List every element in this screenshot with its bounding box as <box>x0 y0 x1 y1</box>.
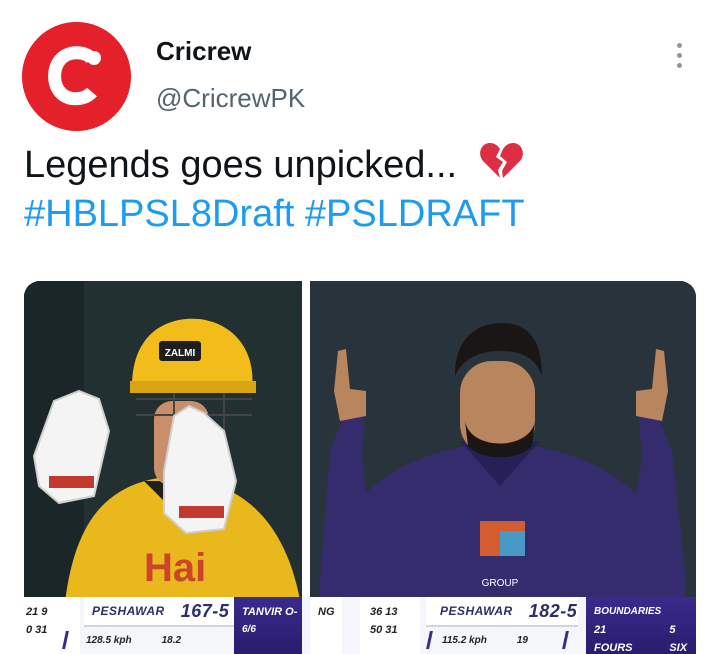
scoreboard-strip: 21 9 0 31 PESHAWAR 167-5 128.5 kph 18.2 … <box>24 597 696 654</box>
scoreboard-fragment: NG <box>310 597 342 654</box>
helmet-text: ZALMI <box>165 348 196 359</box>
hashtags[interactable]: #HBLPSL8Draft #PSLDRAFT <box>24 190 704 239</box>
display-name[interactable]: Cricrew <box>156 36 251 67</box>
fours-count: 21 FOURS <box>594 624 633 654</box>
scoreboard-right-numbers: 36 13 50 31 <box>360 597 420 654</box>
team-name: PESHAWAR <box>92 604 165 618</box>
ball-speed: 115.2 kph <box>442 634 487 646</box>
scoreboard-divider <box>426 631 433 649</box>
batter-figures: 6/6 <box>242 624 256 635</box>
shirt-logo-text: GROUP <box>482 578 519 589</box>
more-dot <box>676 52 682 58</box>
fragment-text: NG <box>318 606 335 618</box>
score-line: 50 31 <box>370 624 398 636</box>
scoreboard-divider <box>562 631 569 649</box>
overs: 18.2 <box>161 634 182 646</box>
panel-values: 21 FOURS 5 SIX <box>594 621 696 654</box>
avatar[interactable] <box>22 22 131 131</box>
scoreboard-team-left: PESHAWAR 167-5 <box>84 597 234 627</box>
sixes-count: 5 SIX <box>669 624 688 654</box>
more-dot <box>676 42 682 48</box>
svg-text:Hai: Hai <box>144 546 206 590</box>
scoreboard-boundaries-panel: BOUNDARIES 21 FOURS 5 SIX <box>586 597 696 654</box>
batter-label: TANVIR O- <box>242 606 298 618</box>
broken-heart-icon <box>479 143 523 178</box>
tweet-text-line: Legends goes unpicked... <box>24 141 704 190</box>
tweet-text-body: Legends goes unpicked... <box>24 144 458 186</box>
scoreboard-left-numbers: 21 9 0 31 <box>24 597 80 654</box>
tweet-text: Legends goes unpicked... #HBLPSL8Draft #… <box>24 141 704 239</box>
user-handle[interactable]: @CricrewPK <box>156 83 305 114</box>
score-line: 0 31 <box>26 624 48 636</box>
team-score: 167-5 <box>180 600 230 621</box>
team-score: 182-5 <box>528 600 578 621</box>
scoreboard-speed-right: 115.2 kph 19 <box>442 629 528 651</box>
tweet-media[interactable]: Hai ZALMI GROUP 21 9 0 31 PESHAWAR 167-5… <box>24 281 696 654</box>
cricrew-logo-icon <box>22 22 131 131</box>
more-dot <box>676 62 682 68</box>
panel-title: BOUNDARIES <box>594 606 662 617</box>
overs: 19 <box>516 634 528 646</box>
scoreboard-batter-panel-left: TANVIR O- 6/6 <box>234 597 302 654</box>
scoreboard-team-right: PESHAWAR 182-5 <box>426 597 578 627</box>
team-name: PESHAWAR <box>440 604 513 618</box>
score-line: 21 9 <box>26 606 48 618</box>
ball-speed: 128.5 kph <box>86 634 132 646</box>
more-options-icon[interactable] <box>664 38 694 72</box>
scoreboard-speed-left: 128.5 kph 18.2 <box>86 629 181 651</box>
score-line: 36 13 <box>370 606 398 618</box>
